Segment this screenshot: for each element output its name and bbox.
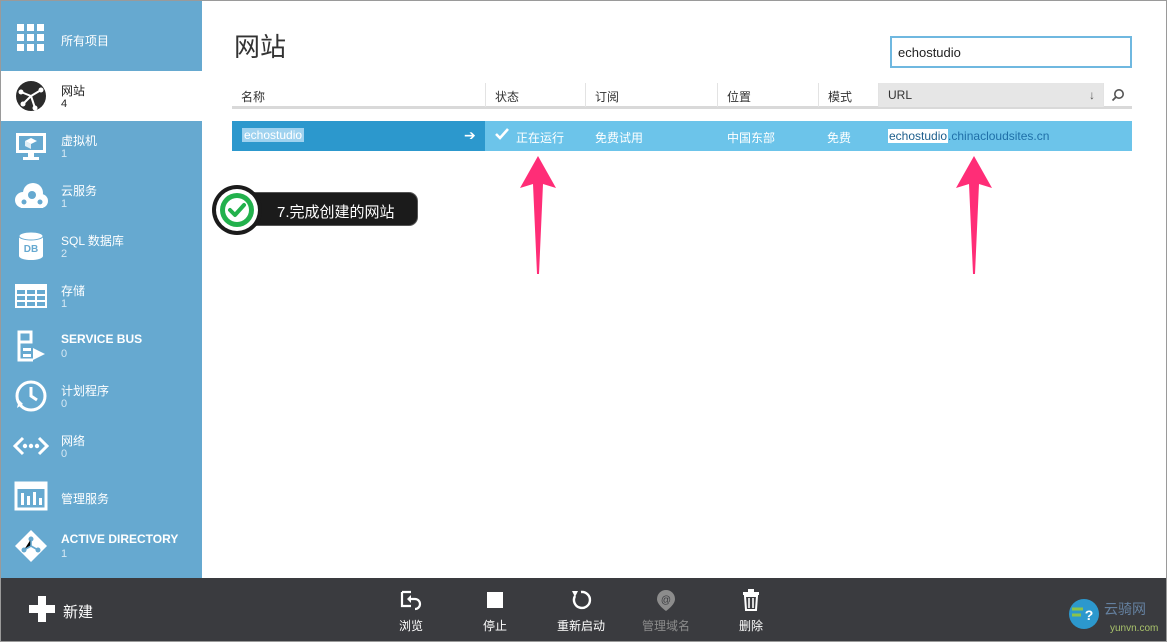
svg-text:DB: DB — [24, 244, 38, 255]
new-button-label: 新建 — [63, 604, 94, 621]
sidebar-item-cloud-services[interactable]: 云服务 1 — [1, 171, 202, 221]
storage-icon — [13, 278, 49, 314]
page-title: 网站 — [234, 32, 287, 62]
sidebar-item-count: 1 — [61, 198, 68, 210]
database-icon: DB — [13, 228, 49, 264]
sidebar: 所有项目 网站 4 虚拟机 1 云服务 1 DB SQL 数据库 2 存储 1 … — [1, 1, 202, 578]
sidebar-item-scheduler[interactable]: 计划程序 0 — [1, 371, 202, 421]
sidebar-item-all-items[interactable]: 所有项目 — [1, 13, 202, 63]
svg-text:@: @ — [661, 595, 671, 606]
stop-button[interactable]: 停止 — [460, 588, 530, 636]
cloud-service-icon — [13, 178, 49, 214]
sidebar-item-service-bus[interactable]: SERVICE BUS 0 — [1, 321, 202, 371]
sidebar-item-management-services[interactable]: 管理服务 — [1, 471, 202, 521]
virtual-machine-icon — [13, 128, 49, 164]
website-icon — [13, 78, 49, 114]
sidebar-item-count: 4 — [61, 98, 68, 110]
watermark-text: 云骑网 — [1104, 601, 1146, 617]
sidebar-item-label: SERVICE BUS — [61, 332, 143, 346]
browse-label: 浏览 — [398, 619, 423, 633]
checkmark-icon — [495, 128, 509, 140]
stop-icon — [487, 592, 503, 608]
active-directory-icon — [13, 528, 49, 564]
restart-button[interactable]: 重新启动 — [546, 588, 616, 636]
row-mode: 免费 — [827, 131, 852, 145]
management-services-icon — [13, 478, 49, 514]
sidebar-item-virtual-machines[interactable]: 虚拟机 1 — [1, 121, 202, 171]
grid-icon — [13, 20, 49, 56]
watermark-url: yunvn.com — [1110, 623, 1159, 634]
annotation-arrow-icon — [956, 156, 992, 274]
sidebar-item-label: 网站 — [61, 84, 86, 98]
column-header-mode[interactable]: 模式 — [818, 83, 878, 107]
table-row[interactable]: echostudio ➔ 正在运行 免费试用 中国东部 免费 echostudi… — [232, 121, 1132, 151]
sidebar-item-count: 2 — [61, 248, 68, 260]
sidebar-item-count: 0 — [61, 398, 68, 410]
sidebar-item-count: 1 — [61, 298, 68, 310]
command-bar: 新建 浏览 停止 重新启动 @ 管理域名 删除 — [1, 578, 1166, 641]
row-name-cell[interactable]: echostudio ➔ — [232, 121, 485, 151]
row-url-domain: .chinacloudsites.cn — [948, 129, 1050, 143]
table-header: 名称 状态 订阅 位置 模式 URL ↓ — [232, 83, 1132, 109]
trash-icon — [743, 589, 759, 611]
watermark: 云骑网 yunvn.com — [1069, 594, 1166, 641]
sidebar-item-label: 网络 — [61, 434, 86, 448]
portal-window: 所有项目 网站 4 虚拟机 1 云服务 1 DB SQL 数据库 2 存储 1 … — [0, 0, 1167, 642]
sidebar-item-sql-databases[interactable]: DB SQL 数据库 2 — [1, 221, 202, 271]
column-search-button[interactable] — [1103, 83, 1132, 107]
sidebar-item-label: 存储 — [61, 284, 86, 298]
sidebar-item-label: 所有项目 — [61, 34, 110, 48]
sidebar-item-count: 1 — [61, 148, 68, 160]
browse-icon — [400, 590, 422, 611]
row-url-host: echostudio — [888, 129, 949, 143]
sidebar-item-websites[interactable]: 网站 4 — [1, 71, 202, 121]
sidebar-item-count: 0 — [61, 448, 68, 460]
network-icon — [13, 428, 49, 464]
row-status: 正在运行 — [516, 131, 565, 145]
row-name[interactable]: echostudio — [242, 128, 305, 142]
scheduler-icon — [13, 378, 49, 414]
column-header-url-label: URL — [888, 88, 913, 102]
sidebar-item-networks[interactable]: 网络 0 — [1, 421, 202, 471]
restart-icon — [572, 590, 592, 610]
annotation-callout: 7.完成创建的网站 — [211, 184, 417, 235]
sidebar-item-label: 计划程序 — [61, 384, 110, 398]
sidebar-item-count: 1 — [61, 548, 68, 560]
column-header-url[interactable]: URL ↓ — [878, 83, 1103, 107]
sidebar-item-label: ACTIVE DIRECTORY — [61, 532, 179, 546]
annotation-arrow-icon — [520, 156, 556, 274]
annotation-text: 7.完成创建的网站 — [277, 204, 395, 221]
row-subscription: 免费试用 — [595, 131, 644, 145]
row-location: 中国东部 — [727, 131, 776, 145]
sidebar-item-active-directory[interactable]: ACTIVE DIRECTORY 1 — [1, 521, 202, 571]
delete-label: 删除 — [738, 619, 763, 633]
check-circle-icon — [212, 185, 262, 235]
plus-icon — [29, 596, 55, 622]
column-header-subscription[interactable]: 订阅 — [585, 83, 717, 107]
sidebar-item-label: 虚拟机 — [61, 134, 98, 148]
main-content: 网站 名称 状态 订阅 位置 模式 URL ↓ echostudio ➔ 正在运… — [202, 1, 1166, 578]
manage-domains-label: 管理域名 — [641, 619, 690, 633]
restart-label: 重新启动 — [556, 619, 605, 633]
sidebar-item-label: 云服务 — [61, 184, 98, 198]
column-header-status[interactable]: 状态 — [485, 83, 585, 107]
manage-domains-icon: @ — [657, 590, 675, 611]
service-bus-icon — [13, 328, 49, 364]
search-input[interactable] — [890, 36, 1132, 68]
column-header-name[interactable]: 名称 — [232, 83, 485, 107]
sidebar-item-storage[interactable]: 存储 1 — [1, 271, 202, 321]
sidebar-item-label: SQL 数据库 — [61, 234, 124, 248]
row-url[interactable]: echostudio.chinacloudsites.cn — [888, 129, 1049, 143]
stop-label: 停止 — [482, 619, 507, 633]
arrow-right-icon[interactable]: ➔ — [464, 127, 476, 144]
search-icon — [1111, 89, 1124, 102]
sidebar-item-count: 0 — [61, 348, 68, 360]
sidebar-item-label: 管理服务 — [61, 492, 110, 506]
manage-domains-button[interactable]: @ 管理域名 — [631, 588, 701, 636]
delete-button[interactable]: 删除 — [716, 588, 786, 636]
column-header-location[interactable]: 位置 — [717, 83, 818, 107]
browse-button[interactable]: 浏览 — [376, 588, 446, 636]
sort-down-icon[interactable]: ↓ — [1089, 88, 1095, 102]
